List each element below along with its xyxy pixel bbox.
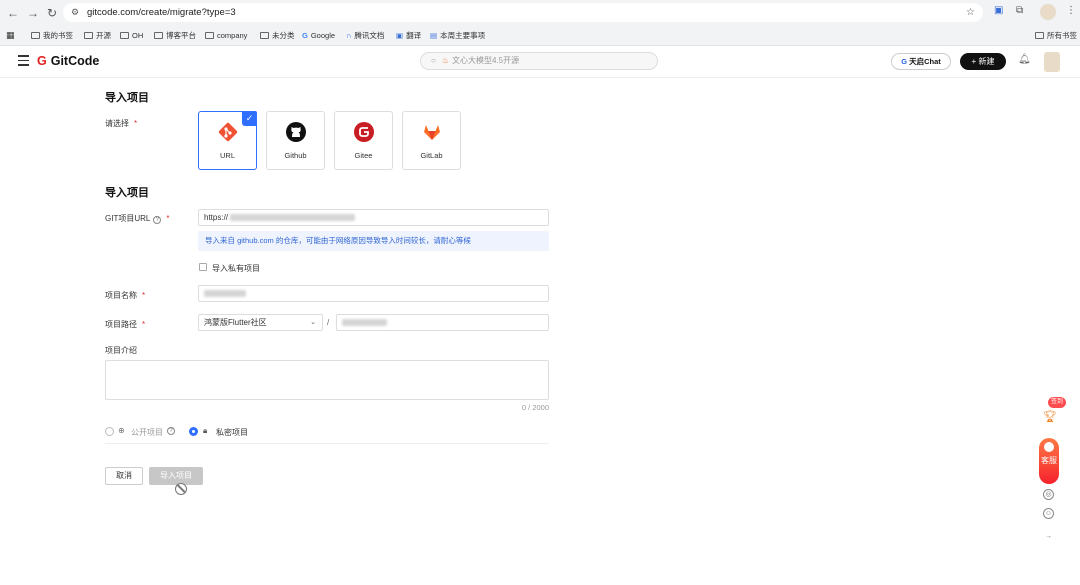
gitlab-icon <box>424 125 440 140</box>
new-button[interactable]: + 新建 <box>960 53 1006 70</box>
redacted-text <box>342 319 387 326</box>
bookmark-item[interactable]: 博客平台 <box>154 27 196 44</box>
search-icon: ○ <box>431 56 436 65</box>
chat-button[interactable]: G 天启Chat <box>891 53 951 70</box>
git-url-input[interactable]: https:// <box>198 209 549 226</box>
private-import-label: 导入私有项目 <box>212 264 260 273</box>
divider <box>105 443 549 444</box>
public-label: 公开项目 <box>131 428 163 437</box>
fire-icon: ♨ <box>441 56 450 65</box>
redacted-text <box>230 214 356 221</box>
extensions-icon[interactable]: ⧉ <box>1016 5 1023 16</box>
help-icon[interactable]: ? <box>167 427 175 435</box>
gitcode-logo[interactable]: G GitCode <box>37 54 99 68</box>
bell-icon[interactable]: 🔔︎ <box>1018 54 1031 65</box>
bookmark-item[interactable]: ▤ 本周主要事项 <box>430 27 485 44</box>
floating-toolbar: 签到 🏆︎ 客服 ◎ ☺ → <box>1038 397 1066 553</box>
source-card-url[interactable]: URL ✓ <box>198 111 257 170</box>
private-import-checkbox[interactable] <box>199 263 207 271</box>
bookmark-item[interactable]: 未分类 <box>260 27 295 44</box>
reload-icon[interactable]: ↻ <box>44 5 60 21</box>
gitee-icon <box>354 122 374 142</box>
bookmark-item[interactable]: G Google <box>302 27 335 44</box>
private-radio[interactable] <box>189 427 198 436</box>
project-desc-label: 项目介绍 <box>105 346 137 355</box>
public-radio[interactable] <box>105 427 114 436</box>
import-notice: 导入来自 github.com 的仓库，可能由于网络原因导致导入时间较长，请耐心… <box>198 231 549 251</box>
bookmark-item[interactable]: OH <box>120 27 143 44</box>
lock-icon: 🔒︎ <box>203 426 208 435</box>
bookmark-item[interactable]: company <box>205 27 247 44</box>
url-text: gitcode.com/create/migrate?type=3 <box>87 7 236 18</box>
help-icon[interactable]: ? <box>153 216 162 224</box>
all-bookmarks[interactable]: 所有书签 <box>1035 27 1077 44</box>
customer-service-button[interactable]: 客服 <box>1039 438 1059 484</box>
chevron-down-icon: ⌄ <box>310 319 316 326</box>
bookmark-star-icon[interactable]: ☆ <box>966 3 975 22</box>
source-card-github[interactable]: Github <box>266 111 325 170</box>
bookmark-item[interactable]: ▣ 翻译 <box>396 27 421 44</box>
char-count: 0 / 2000 <box>521 403 549 412</box>
globe-icon: ⊕ <box>118 426 125 435</box>
source-name: GitLab <box>420 151 443 160</box>
cancel-button[interactable]: 取消 <box>105 467 143 485</box>
source-name: Gitee <box>354 151 373 160</box>
search-input[interactable]: ○ ♨ 文心大模型4.5开源 <box>420 52 658 70</box>
arrow-right-icon[interactable]: → <box>1043 532 1054 543</box>
select-label: 请选择 * <box>105 119 138 128</box>
check-icon: ✓ <box>242 111 257 126</box>
section-title: 导入项目 <box>105 187 149 199</box>
bookmark-item[interactable]: ∩ 腾讯文档 <box>346 27 384 44</box>
menu-icon[interactable] <box>18 55 29 66</box>
redacted-text <box>204 290 246 297</box>
trophy-icon[interactable]: 🏆︎ <box>1043 410 1057 423</box>
sign-in-badge[interactable]: 签到 <box>1048 397 1066 408</box>
private-label: 私密项目 <box>216 428 248 437</box>
import-button[interactable]: 导入项目 <box>149 467 203 485</box>
source-card-gitlab[interactable]: GitLab <box>402 111 461 170</box>
page-title: 导入项目 <box>105 92 149 104</box>
forward-icon[interactable]: → <box>25 5 41 21</box>
path-separator: / <box>327 318 330 327</box>
namespace-select[interactable]: 鸿蒙版Flutter社区 ⌄ <box>198 314 323 331</box>
project-name-label: 项目名称 * <box>105 291 146 300</box>
github-icon <box>286 122 306 142</box>
back-icon[interactable]: ← <box>5 5 21 21</box>
browser-chrome: ← → ↻ ⚙ gitcode.com/create/migrate?type=… <box>0 0 1080 46</box>
address-bar[interactable]: ⚙ gitcode.com/create/migrate?type=3 ☆ <box>63 3 983 22</box>
source-name: Github <box>284 151 307 160</box>
not-allowed-cursor-icon <box>175 483 187 495</box>
feedback-icon[interactable]: ◎ <box>1043 489 1054 500</box>
apps-icon[interactable]: ▦ <box>6 27 15 44</box>
smile-icon[interactable]: ☺ <box>1043 508 1054 519</box>
avatar[interactable] <box>1044 52 1060 72</box>
bookmark-item[interactable]: 我的书签 <box>31 27 73 44</box>
bookmark-item[interactable]: 开源 <box>84 27 111 44</box>
git-url-label: GIT项目URL? * <box>105 214 170 224</box>
git-icon <box>218 122 238 142</box>
project-path-input[interactable] <box>336 314 549 331</box>
source-name: URL <box>219 151 235 160</box>
project-desc-textarea[interactable] <box>105 360 549 400</box>
project-name-input[interactable] <box>198 285 549 302</box>
source-card-gitee[interactable]: Gitee <box>334 111 393 170</box>
site-header: G GitCode ○ ♨ 文心大模型4.5开源 G 天启Chat + 新建 🔔︎ <box>0 46 1080 78</box>
bookmarks-bar: ▦ 我的书签 开源 OH 博客平台 company 未分类 G Google ∩ 腾… <box>0 27 1080 44</box>
service-face-icon <box>1044 442 1054 452</box>
site-settings-icon[interactable]: ⚙ <box>71 3 79 22</box>
project-path-label: 项目路径 * <box>105 320 146 329</box>
profile-avatar[interactable] <box>1040 4 1056 20</box>
translate-extension-icon[interactable]: ▣ <box>994 5 1003 16</box>
menu-icon[interactable]: ⋮ <box>1066 5 1076 16</box>
